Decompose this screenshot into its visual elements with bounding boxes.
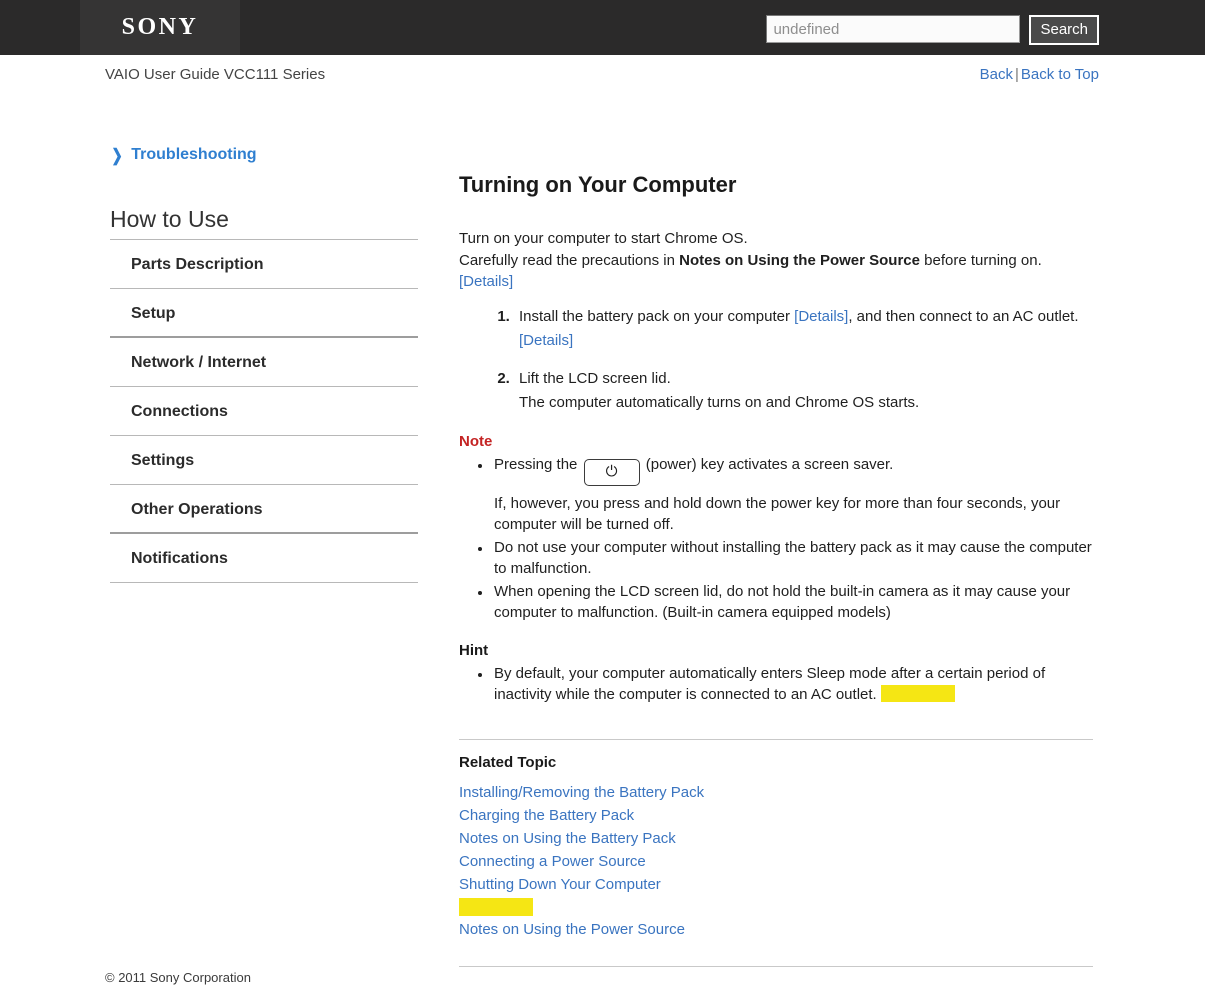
intro-line-2-bold: Notes on Using the Power Source [679,251,920,269]
sony-logo-block: SONY [80,0,240,55]
step-1-text-pre: Install the battery pack on your compute… [519,307,795,325]
back-to-top-link[interactable]: Back to Top [1021,66,1099,83]
sidebar-item-network-internet[interactable]: Network / Internet [110,338,418,387]
related-topic-label: Related Topic [459,753,557,771]
top-header-bar: SONY Search [0,0,1205,55]
note-1-pre: Pressing the [494,455,578,473]
note-bullet-3: When opening the LCD screen lid, do not … [492,581,1093,624]
intro-line-2-post: before turning on. [920,251,1042,269]
chevron-right-icon: ❯ [111,145,123,165]
related-topic-list: Installing/Removing the Battery Pack Cha… [459,781,1093,941]
sony-logo-text: SONY [121,14,199,40]
step-1-details-link-2[interactable]: [Details] [519,332,573,349]
intro-line-1: Turn on your computer to start Chrome OS… [459,230,748,247]
page-title: Turning on Your Computer [459,172,737,197]
main-content: Turning on Your Computer Turn on your co… [459,172,1093,967]
troubleshooting-label[interactable]: Troubleshooting [131,146,256,164]
related-topic-top-divider [459,738,1093,740]
search-button[interactable]: Search [1029,15,1099,45]
sidebar-item-troubleshooting[interactable]: ❯ Troubleshooting [110,140,418,170]
note-1-subtext: If, however, you press and hold down the… [494,494,1061,534]
note-bullet-2: Do not use your computer without install… [492,537,1093,580]
note-bullet-list: Pressing the ⏻ (power) key activates a s… [459,454,1093,624]
note-bullet-1: Pressing the ⏻ (power) key activates a s… [492,454,1093,536]
content-bottom-divider [459,965,1093,967]
footer-copyright: © 2011 Sony Corporation [105,970,251,985]
search-area: Search [766,15,1099,45]
search-input[interactable] [766,15,1021,43]
step-1-text-mid: , and then connect to an AC outlet. [848,307,1079,325]
related-topic-link-4[interactable]: Connecting a Power Source [459,850,1093,873]
power-key-icon: ⏻ [583,458,640,486]
hint-label: Hint [459,641,489,659]
header-nav-links: Back | Back to Top [980,66,1099,83]
sidebar-item-notifications[interactable]: Notifications [110,534,418,583]
hint-1-text: By default, your computer automatically … [494,664,1046,704]
intro-line-2-pre: Carefully read the precautions in [459,251,680,269]
sidebar-item-settings[interactable]: Settings [110,436,418,485]
related-topic-link-1[interactable]: Installing/Removing the Battery Pack [459,781,1093,804]
related-topic-link-3[interactable]: Notes on Using the Battery Pack [459,827,1093,850]
step-item-2: Lift the LCD screen lid. The computer au… [514,367,1093,415]
redaction-highlight [880,685,955,702]
sub-header: VAIO User Guide VCC111 Series Back | Back … [0,55,1205,101]
step-2-text: Lift the LCD screen lid. [519,369,671,387]
related-topic-link-5[interactable]: Shutting Down Your Computer [459,873,1093,896]
step-2-subtext: The computer automatically turns on and … [519,393,920,411]
back-link[interactable]: Back [980,66,1013,83]
related-topic-link-6[interactable]: Notes on Using the Power Source [459,918,1093,941]
nav-separator: | [1014,66,1019,83]
hint-bullet-1: By default, your computer automatically … [492,663,1093,706]
related-topic-redaction-highlight [459,897,533,916]
note-1-post: (power) key activates a screen saver. [645,455,894,473]
sidebar-item-setup[interactable]: Setup [110,289,418,338]
sidebar-section-title: How to Use [110,206,418,240]
sidebar: ❯ Troubleshooting How to Use Parts Descr… [110,140,418,583]
sidebar-item-connections[interactable]: Connections [110,387,418,436]
intro-paragraph: Turn on your computer to start Chrome OS… [459,228,1093,293]
step-item-1: Install the battery pack on your compute… [514,305,1093,353]
related-topic-link-2[interactable]: Charging the Battery Pack [459,804,1093,827]
guide-title: VAIO User Guide VCC111 Series [105,66,326,83]
note-label: Note [459,432,493,450]
hint-bullet-list: By default, your computer automatically … [459,663,1093,706]
sidebar-item-parts-description[interactable]: Parts Description [110,240,418,289]
step-1-details-link-1[interactable]: [Details] [794,308,848,325]
sidebar-item-other-operations[interactable]: Other Operations [110,485,418,534]
intro-details-link[interactable]: [Details] [459,273,513,290]
steps-list: Install the battery pack on your compute… [459,305,1093,415]
